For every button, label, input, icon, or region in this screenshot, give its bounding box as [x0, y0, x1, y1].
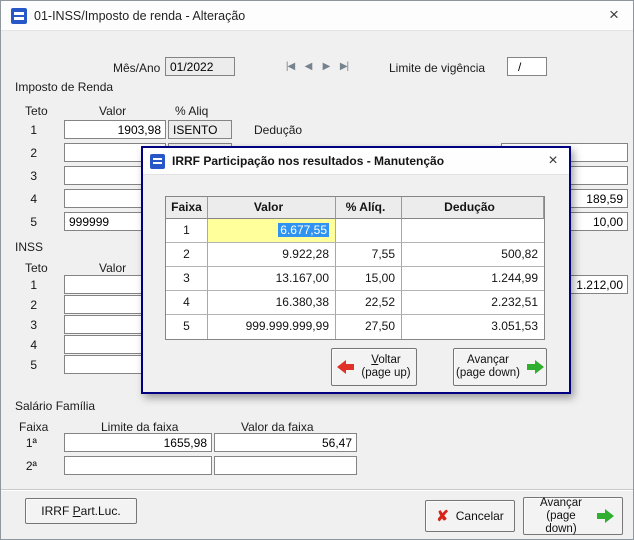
- cell-valor[interactable]: 9.922,28: [208, 243, 336, 267]
- modal-avancar-label: Avançar (page down): [456, 354, 520, 380]
- table-row[interactable]: 3 13.167,00 15,00 1.244,99: [166, 267, 544, 291]
- nav-prev-icon[interactable]: ◀: [299, 58, 317, 76]
- section-salario-familia: Salário Família: [15, 399, 95, 413]
- cell-faixa[interactable]: 1: [166, 219, 208, 243]
- header-aliq: % Alíq.: [336, 197, 402, 219]
- limite-vigencia-label: Limite de vigência: [389, 61, 485, 75]
- section-inss: INSS: [15, 240, 43, 254]
- cell-aliq[interactable]: [336, 219, 402, 243]
- ir-row-number: 5: [15, 215, 37, 229]
- inss-row-number: 5: [15, 358, 37, 372]
- cell-deducao[interactable]: 500,82: [402, 243, 544, 267]
- sf-limite-field-1[interactable]: [64, 433, 212, 452]
- cell-deducao[interactable]: [402, 219, 544, 243]
- mes-ano-field[interactable]: [165, 57, 235, 76]
- modal-title: IRRF Participação nos resultados - Manut…: [172, 148, 444, 175]
- close-icon[interactable]: ×: [601, 1, 627, 31]
- app-icon: [150, 154, 165, 169]
- footer-separator: [1, 489, 634, 491]
- col-aliq: % Aliq: [175, 104, 208, 118]
- cell-valor[interactable]: 999.999.999,99: [208, 315, 336, 339]
- cell-faixa[interactable]: 3: [166, 267, 208, 291]
- limite-vigencia-field[interactable]: [507, 57, 547, 76]
- green-right-arrow-icon: [527, 360, 544, 374]
- cell-valor[interactable]: 13.167,00: [208, 267, 336, 291]
- ir-row-number: 3: [15, 169, 37, 183]
- voltar-button[interactable]: Voltar (page up): [331, 348, 417, 386]
- col-faixa: Faixa: [19, 420, 48, 434]
- mes-ano-label: Mês/Ano: [113, 61, 160, 75]
- voltar-label: Voltar (page up): [361, 354, 410, 380]
- avancar-label: Avançar (page down): [532, 497, 590, 536]
- ir-row-number: 1: [15, 123, 37, 137]
- cell-valor-selected[interactable]: 6.677,55: [208, 219, 336, 243]
- cell-faixa[interactable]: 2: [166, 243, 208, 267]
- irrf-modal: IRRF Participação nos resultados - Manut…: [141, 146, 571, 394]
- sf-limite-field-2[interactable]: [64, 456, 212, 475]
- table-row[interactable]: 1 6.677,55: [166, 219, 544, 243]
- app-icon: [11, 8, 27, 24]
- ir-row-number: 4: [15, 192, 37, 206]
- main-titlebar: 01-INSS/Imposto de renda - Alteração ×: [1, 1, 633, 31]
- sf-row-label: 1ª: [15, 436, 37, 450]
- table-header-row: Faixa Valor % Alíq. Dedução: [166, 197, 544, 219]
- table-row[interactable]: 5 999.999.999,99 27,50 3.051,53: [166, 315, 544, 339]
- cell-deducao[interactable]: 3.051,53: [402, 315, 544, 339]
- cancel-button[interactable]: ✘ Cancelar: [425, 500, 515, 532]
- nav-next-icon[interactable]: ▶: [317, 58, 335, 76]
- cancel-x-icon: ✘: [436, 509, 449, 524]
- modal-avancar-button[interactable]: Avançar (page down): [453, 348, 547, 386]
- inss-row-number: 1: [15, 278, 37, 292]
- cell-valor[interactable]: 16.380,38: [208, 291, 336, 315]
- cell-deducao[interactable]: 1.244,99: [402, 267, 544, 291]
- nav-last-icon[interactable]: ▶|: [335, 58, 353, 76]
- cancel-label: Cancelar: [456, 509, 504, 523]
- sf-valor-field-2[interactable]: [214, 456, 357, 475]
- red-left-arrow-icon: [337, 360, 354, 374]
- modal-close-icon[interactable]: ×: [541, 148, 565, 175]
- col-teto: Teto: [25, 261, 48, 275]
- col-teto: Teto: [25, 104, 48, 118]
- cell-deducao[interactable]: 2.232,51: [402, 291, 544, 315]
- ir-valor-field-1[interactable]: [64, 120, 166, 139]
- header-deducao: Dedução: [402, 197, 544, 219]
- sf-row-label: 2ª: [15, 459, 37, 473]
- avancar-button[interactable]: Avançar (page down): [523, 497, 623, 535]
- sf-valor-field-1[interactable]: [214, 433, 357, 452]
- window-title: 01-INSS/Imposto de renda - Alteração: [34, 1, 245, 31]
- cell-faixa[interactable]: 4: [166, 291, 208, 315]
- col-limite-faixa: Limite da faixa: [101, 420, 178, 434]
- cell-aliq[interactable]: 7,55: [336, 243, 402, 267]
- irrf-part-luc-button[interactable]: IRRF Part.Luc.: [25, 498, 137, 524]
- col-valor: Valor: [99, 104, 126, 118]
- header-valor: Valor: [208, 197, 336, 219]
- cell-aliq[interactable]: 22,52: [336, 291, 402, 315]
- col-valor-faixa: Valor da faixa: [241, 420, 314, 434]
- faixas-table: Faixa Valor % Alíq. Dedução 1 6.677,55 2…: [165, 196, 545, 340]
- cell-faixa[interactable]: 5: [166, 315, 208, 339]
- cell-aliq[interactable]: 15,00: [336, 267, 402, 291]
- deducao-label: Dedução: [254, 123, 302, 137]
- ir-row-number: 2: [15, 146, 37, 160]
- col-valor: Valor: [99, 261, 126, 275]
- header-faixa: Faixa: [166, 197, 208, 219]
- inss-row-number: 3: [15, 318, 37, 332]
- modal-titlebar: IRRF Participação nos resultados - Manut…: [143, 148, 569, 175]
- ir-aliq-field-1[interactable]: [168, 120, 232, 139]
- inss-row-number: 4: [15, 338, 37, 352]
- nav-first-icon[interactable]: |◀: [281, 58, 299, 76]
- main-window: 01-INSS/Imposto de renda - Alteração × M…: [0, 0, 634, 540]
- green-right-arrow-icon: [597, 509, 614, 523]
- table-row[interactable]: 2 9.922,28 7,55 500,82: [166, 243, 544, 267]
- section-imposto-renda: Imposto de Renda: [15, 80, 113, 94]
- table-row[interactable]: 4 16.380,38 22,52 2.232,51: [166, 291, 544, 315]
- cell-aliq[interactable]: 27,50: [336, 315, 402, 339]
- irrf-button-label: IRRF Part.Luc.: [41, 504, 120, 518]
- inss-row-number: 2: [15, 298, 37, 312]
